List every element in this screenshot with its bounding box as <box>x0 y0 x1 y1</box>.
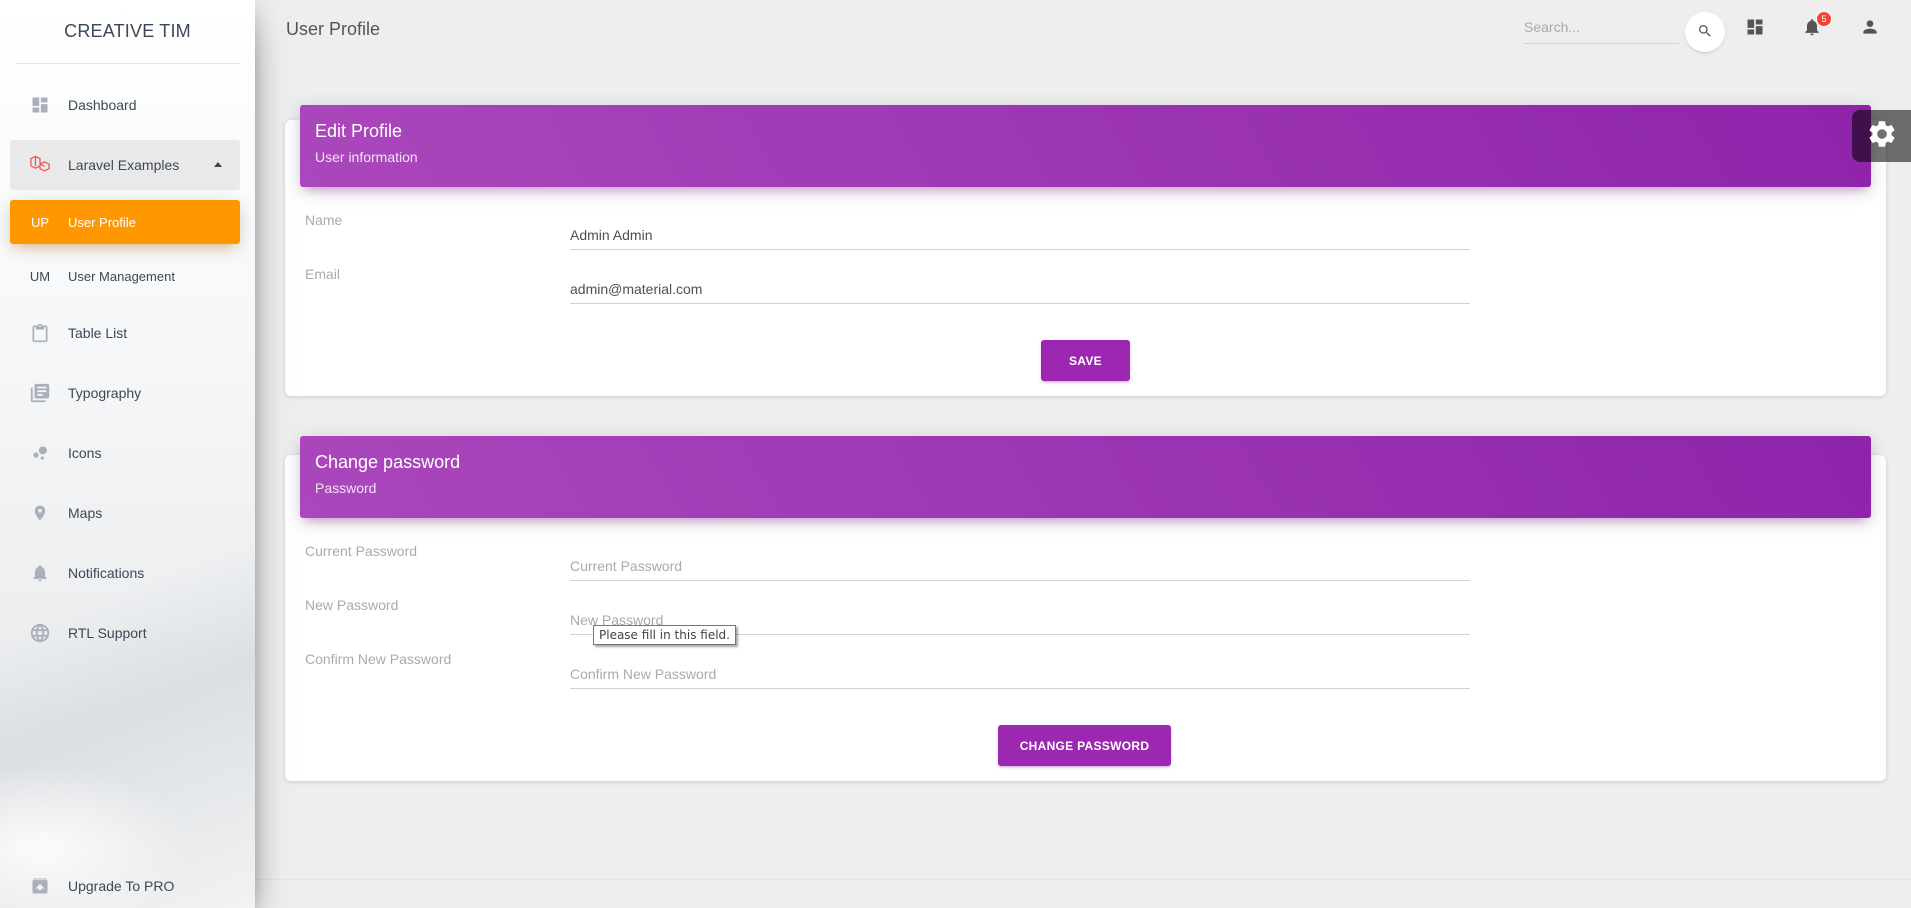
footer-divider <box>255 879 1911 880</box>
sidebar-item-label: Laravel Examples <box>68 157 180 173</box>
sidebar-item-label: Icons <box>68 445 102 461</box>
sidebar-item-label: RTL Support <box>68 625 147 641</box>
sidebar-item-abbr: UP <box>30 214 50 230</box>
new-password-label: New Password <box>305 597 399 613</box>
sidebar-item-label: Notifications <box>68 565 145 581</box>
card-title: Change password <box>315 452 461 472</box>
sidebar-item-maps[interactable]: Maps <box>10 488 240 538</box>
upgrade-label: Upgrade To PRO <box>68 878 175 894</box>
brand-logo[interactable]: CREATIVE TIM <box>15 0 240 64</box>
notifications-button[interactable]: 5 <box>1800 11 1832 41</box>
gear-icon <box>1866 118 1898 155</box>
person-icon <box>1860 17 1880 42</box>
clipboard-icon <box>28 321 52 345</box>
email-input[interactable] <box>570 270 1470 302</box>
sidebar-item-user-profile[interactable]: UP User Profile <box>10 200 240 244</box>
validation-tooltip: Please fill in this field. <box>593 625 736 645</box>
sidebar-item-notifications[interactable]: Notifications <box>10 548 240 598</box>
sidebar-item-upgrade-pro[interactable]: Upgrade To PRO <box>10 864 240 908</box>
card-header: Edit Profile User information <box>300 105 1871 187</box>
email-label: Email <box>305 266 341 282</box>
email-field-wrapper <box>570 270 1470 304</box>
change-password-card: Change password Password Current Passwor… <box>285 436 1886 781</box>
sidebar-item-table-list[interactable]: Table List <box>10 308 240 358</box>
sidebar-item-label: User Profile <box>68 214 136 230</box>
sidebar-item-abbr: UM <box>29 268 51 284</box>
dashboard-icon <box>1745 17 1765 42</box>
laravel-icon <box>28 153 52 177</box>
save-button[interactable]: SAVE <box>1041 340 1130 381</box>
location-pin-icon <box>28 501 52 525</box>
card-header: Change password Password <box>300 436 1871 518</box>
sidebar-item-typography[interactable]: Typography <box>10 368 240 418</box>
sidebar-nav: Dashboard Laravel Examples UP User Profi… <box>0 80 255 658</box>
top-navbar: User Profile 5 <box>255 0 1911 60</box>
name-label: Name <box>305 212 343 228</box>
bell-icon <box>28 561 52 585</box>
current-password-input[interactable] <box>570 547 1470 579</box>
page-title: User Profile <box>286 19 381 39</box>
bubble-chart-icon <box>28 441 52 465</box>
sidebar: CREATIVE TIM Dashboard Laravel Examples … <box>0 0 255 908</box>
user-menu-button[interactable] <box>1858 17 1882 41</box>
email-row: Email <box>305 266 1755 310</box>
card-subtitle: Password <box>315 480 377 496</box>
change-password-button[interactable]: CHANGE PASSWORD <box>998 725 1171 766</box>
dashboard-icon <box>28 93 52 117</box>
confirm-password-input[interactable] <box>570 655 1470 687</box>
sidebar-item-label: Typography <box>68 385 142 401</box>
confirm-password-row: Confirm New Password <box>305 651 1755 695</box>
confirm-password-label: Confirm New Password <box>305 651 452 667</box>
library-books-icon <box>28 381 52 405</box>
sidebar-item-label: Table List <box>68 325 128 341</box>
language-icon <box>28 621 52 645</box>
caret-up-icon <box>214 162 222 167</box>
notification-badge: 5 <box>1816 11 1832 27</box>
name-input[interactable] <box>570 216 1470 248</box>
sidebar-item-label: Maps <box>68 505 103 521</box>
sidebar-item-label: User Management <box>68 268 175 284</box>
sidebar-item-icons[interactable]: Icons <box>10 428 240 478</box>
card-subtitle: User information <box>315 149 418 165</box>
sidebar-item-laravel-examples[interactable]: Laravel Examples <box>10 140 240 190</box>
current-password-wrapper <box>570 547 1470 581</box>
current-password-row: Current Password <box>305 543 1755 587</box>
new-password-row: New Password <box>305 597 1755 641</box>
search-input[interactable] <box>1524 12 1679 42</box>
confirm-password-wrapper <box>570 655 1470 689</box>
sidebar-item-label: Dashboard <box>68 97 137 113</box>
sidebar-item-dashboard[interactable]: Dashboard <box>10 80 240 130</box>
name-row: Name <box>305 212 1755 256</box>
search-button[interactable] <box>1685 12 1725 52</box>
current-password-label: Current Password <box>305 543 418 559</box>
sidebar-item-rtl-support[interactable]: RTL Support <box>10 608 240 658</box>
name-field-wrapper <box>570 216 1470 250</box>
edit-profile-card: Edit Profile User information Name Email… <box>285 105 1886 396</box>
unarchive-icon <box>28 874 52 898</box>
dashboard-link[interactable] <box>1743 17 1767 41</box>
search-field <box>1524 12 1679 44</box>
card-title: Edit Profile <box>315 121 403 141</box>
sidebar-item-user-management[interactable]: UM User Management <box>10 254 240 298</box>
search-icon <box>1697 23 1713 42</box>
settings-plugin-button[interactable] <box>1852 110 1911 162</box>
